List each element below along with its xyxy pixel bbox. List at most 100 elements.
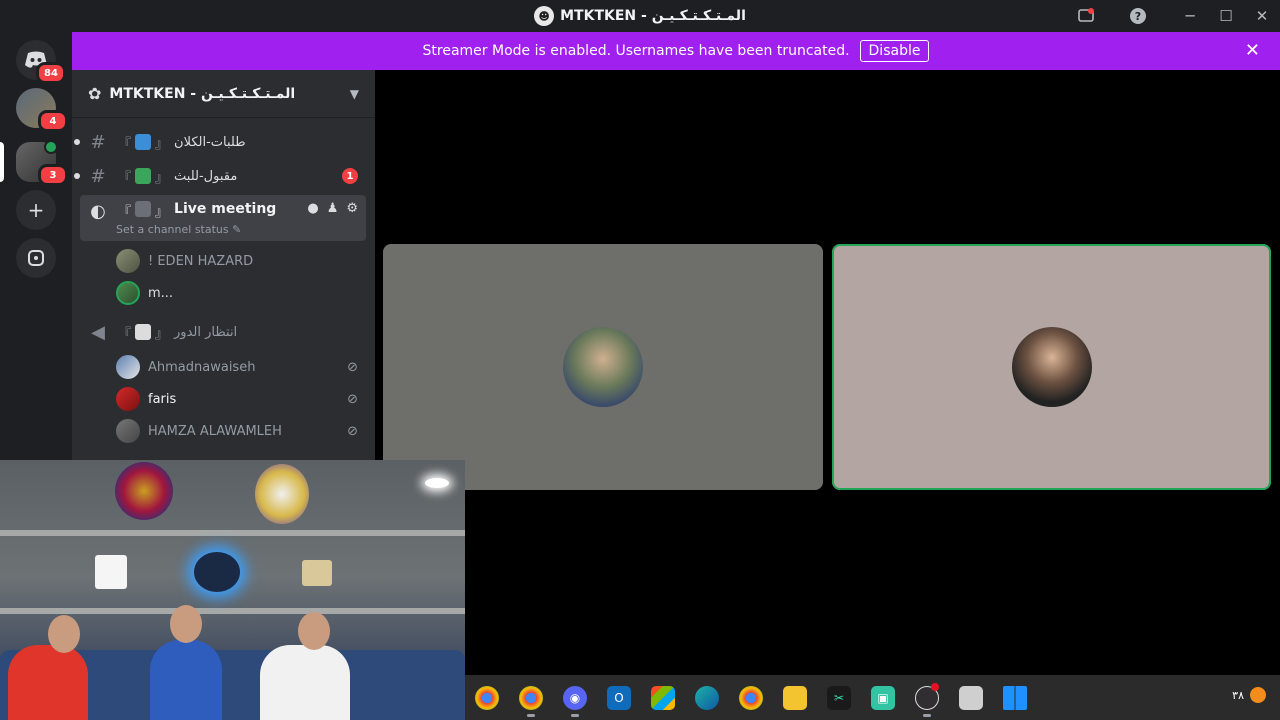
person-right	[260, 645, 350, 720]
youtube-plaque-gold-icon	[302, 560, 332, 586]
voice-user[interactable]: ! EDEN HAZARD	[116, 246, 366, 276]
weather-icon[interactable]	[1250, 687, 1266, 703]
svg-text:?: ?	[1135, 10, 1141, 23]
title-bar: ☻ MTKTKEN - المـتـكـتـكـيـن ? ─ ☐ ✕	[0, 0, 1280, 32]
channel-suffix: 』	[155, 326, 169, 342]
taskbar-file-explorer[interactable]	[773, 675, 817, 720]
chevron-down-icon[interactable]: ▼	[350, 87, 359, 101]
window-title: ☻ MTKTKEN - المـتـكـتـكـيـن	[534, 6, 746, 26]
channel-requests[interactable]: # 『 』 طلبات-الكلان	[74, 126, 366, 158]
person-head	[48, 615, 80, 653]
participant-tile[interactable]	[383, 244, 823, 490]
title-bar-controls: ? ─ ☐ ✕	[1068, 0, 1280, 32]
channel-name: طلبات-الكلان	[174, 134, 246, 150]
discord-icon: ◉	[563, 685, 587, 710]
add-server-button[interactable]: +	[16, 190, 56, 230]
streamer-mode-banner: Streamer Mode is enabled. Usernames have…	[72, 32, 1280, 70]
youtube-plaque-icon	[95, 555, 127, 589]
taskbar-discord[interactable]: ◉	[553, 675, 597, 720]
taskbar-edge[interactable]	[685, 675, 729, 720]
taskbar-outlook[interactable]: O	[597, 675, 641, 720]
tray-clock[interactable]: ٣٨	[1232, 689, 1244, 702]
mention-badge: 1	[342, 168, 358, 184]
dm-unread-badge: 84	[36, 62, 66, 84]
hashtag-thread-icon: #	[90, 165, 106, 187]
mic-muted-icon: ⊘	[347, 391, 358, 407]
taskbar-chrome-2[interactable]	[729, 675, 773, 720]
voice-user-name: faris	[148, 391, 177, 407]
inbox-emoji-icon	[135, 134, 152, 150]
channel-suffix: 』	[155, 136, 169, 152]
direct-messages-button[interactable]: 84	[16, 40, 66, 84]
voice-user-name: HAMZA ALAWAMLEH	[148, 423, 282, 439]
server-rail: 84 4 3 +	[0, 32, 72, 460]
mic-muted-icon: ⊘	[347, 423, 358, 439]
outlook-icon: O	[607, 685, 631, 710]
taskbar-start[interactable]	[993, 675, 1037, 720]
server-name: MTKTKEN - المـتـكـتـكـيـن	[109, 85, 296, 102]
close-window-icon[interactable]: ✕	[1244, 0, 1280, 32]
channel-stream-accepted[interactable]: # 『 』 مقبول-للبث 1	[74, 160, 366, 192]
checkmark-emoji-icon	[135, 168, 152, 184]
taskbar-obs[interactable]	[905, 675, 949, 720]
voice-user[interactable]: Ahmadnawaiseh ⊘	[116, 352, 366, 382]
disable-streamer-mode-button[interactable]: Disable	[859, 40, 930, 62]
mic-muted-icon: ⊘	[347, 359, 358, 375]
voice-stage	[375, 70, 1280, 675]
channel-prefix: 『	[118, 205, 132, 220]
participant-tile-speaking[interactable]	[832, 244, 1271, 490]
shelf	[0, 608, 465, 614]
taskbar-store[interactable]	[641, 675, 685, 720]
voice-channel-waiting[interactable]: ◀ 『 』 انتظار الدور	[80, 316, 366, 348]
channel-status-link[interactable]: Set a channel status ✎	[116, 223, 241, 236]
server-logo-icon: ☻	[534, 6, 555, 26]
shelf	[0, 530, 465, 536]
discover-button[interactable]	[16, 238, 56, 278]
taskbar-chrome-profile[interactable]	[465, 675, 509, 720]
channel-name: Live meeting	[174, 201, 277, 217]
server2-badge: 3	[38, 164, 68, 186]
hammer-emoji-icon	[135, 201, 152, 217]
minimize-icon[interactable]: ─	[1172, 0, 1208, 32]
voice-channel-live-meeting[interactable]: ◐ 『 』 Live meeting ● ♟ ⚙ Set a channel s…	[80, 195, 366, 241]
inbox-icon[interactable]	[1068, 0, 1104, 32]
taskbar-streamlabs[interactable]: ▣	[861, 675, 905, 720]
compass-icon	[28, 250, 44, 266]
voice-user-name: m...	[148, 285, 174, 301]
taskbar-capcut[interactable]: ✂	[817, 675, 861, 720]
plus-icon: +	[27, 198, 45, 222]
server-icon-mtktken[interactable]: 3	[16, 140, 68, 186]
person-head	[170, 605, 202, 643]
store-icon	[651, 685, 675, 710]
taskbar-task-view[interactable]	[949, 675, 993, 720]
windows-taskbar: ◉ O ✂ ▣ ٣٨	[465, 675, 1280, 720]
invite-member-icon[interactable]: ♟	[327, 201, 339, 216]
settings-gear-icon[interactable]: ⚙	[346, 201, 358, 216]
active-server-indicator	[0, 142, 4, 182]
chrome-icon	[475, 685, 499, 710]
taskbar-chrome[interactable]	[509, 675, 553, 720]
avatar	[116, 355, 140, 379]
help-icon[interactable]: ?	[1120, 0, 1156, 32]
unread-indicator	[74, 139, 80, 145]
real-madrid-crest-icon	[255, 464, 309, 524]
channel-name: مقبول-للبث	[174, 168, 238, 184]
running-indicator	[527, 714, 535, 717]
maximize-icon[interactable]: ☐	[1208, 0, 1244, 32]
avatar	[116, 281, 140, 305]
neon-logo-icon	[194, 552, 240, 592]
windows-start-icon	[1003, 685, 1027, 710]
server-icon-1[interactable]: 4	[16, 88, 68, 132]
unread-indicator	[74, 173, 80, 179]
participant-avatar	[1011, 327, 1092, 407]
server-header[interactable]: ✿ MTKTKEN - المـتـكـتـكـيـن ▼	[72, 70, 375, 118]
voice-user[interactable]: m...	[116, 278, 366, 308]
chat-bubble-icon[interactable]: ●	[307, 201, 318, 216]
voice-user[interactable]: faris ⊘	[116, 384, 366, 414]
channel-prefix: 『	[118, 170, 132, 186]
recording-dot-icon	[931, 683, 939, 691]
close-banner-icon[interactable]: ✕	[1245, 40, 1260, 61]
voice-user[interactable]: HAMZA ALAWAMLEH ⊘	[116, 416, 366, 446]
channel-name: انتظار الدور	[174, 324, 238, 340]
participant-avatar	[563, 327, 643, 407]
